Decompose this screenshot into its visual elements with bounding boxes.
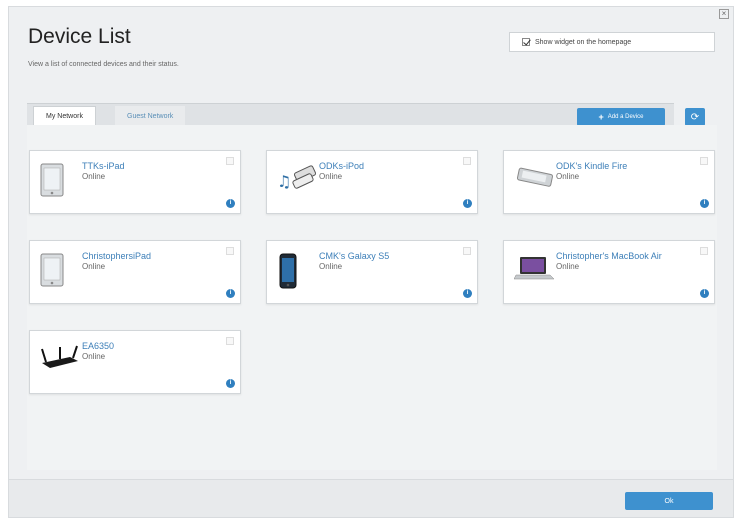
select-checkbox[interactable]: [226, 337, 234, 345]
device-status: Online: [82, 352, 106, 361]
dialog-footer: Ok: [9, 479, 733, 517]
device-card[interactable]: CMK's Galaxy S5 Online i: [266, 240, 478, 304]
device-status: Online: [556, 172, 580, 181]
checkbox-checked-icon[interactable]: [522, 38, 530, 46]
device-name[interactable]: CMK's Galaxy S5: [319, 251, 389, 261]
device-list-window: × Device List View a list of connected d…: [8, 6, 734, 518]
device-name[interactable]: EA6350: [82, 341, 114, 351]
ok-button[interactable]: Ok: [625, 492, 713, 510]
close-icon[interactable]: ×: [719, 9, 729, 19]
select-checkbox[interactable]: [226, 157, 234, 165]
add-device-button[interactable]: + Add a Device: [577, 108, 665, 126]
device-name[interactable]: TTKs-iPad: [82, 161, 125, 171]
router-icon: [40, 343, 78, 383]
device-name[interactable]: ODK's Kindle Fire: [556, 161, 627, 171]
device-status: Online: [82, 172, 106, 181]
info-icon[interactable]: i: [226, 289, 235, 298]
device-grid: TTKs-iPad Online i ♫ ODKs-iPod Online i …: [27, 125, 717, 470]
info-icon[interactable]: i: [463, 289, 472, 298]
device-card[interactable]: ♫ ODKs-iPod Online i: [266, 150, 478, 214]
tab-my-network[interactable]: My Network: [33, 106, 96, 126]
page-title: Device List: [28, 25, 131, 48]
device-name[interactable]: ODKs-iPod: [319, 161, 364, 171]
device-card[interactable]: EA6350 Online i: [29, 330, 241, 394]
device-card[interactable]: ChristophersiPad Online i: [29, 240, 241, 304]
device-card[interactable]: ODK's Kindle Fire Online i: [503, 150, 715, 214]
device-status: Online: [556, 262, 580, 271]
plus-icon: +: [598, 112, 604, 122]
tablet-icon: [40, 253, 76, 293]
device-status: Online: [319, 262, 343, 271]
device-name[interactable]: Christopher's MacBook Air: [556, 251, 662, 261]
show-widget-label: Show widget on the homepage: [535, 38, 632, 46]
device-status: Online: [319, 172, 343, 181]
info-icon[interactable]: i: [700, 289, 709, 298]
page-subtitle: View a list of connected devices and the…: [28, 61, 179, 68]
info-icon[interactable]: i: [226, 379, 235, 388]
add-device-label: Add a Device: [607, 114, 644, 120]
tablet-icon: [40, 163, 76, 203]
media-player-icon: ♫: [277, 163, 317, 203]
select-checkbox[interactable]: [463, 247, 471, 255]
refresh-icon: ⟳: [690, 111, 700, 123]
device-card[interactable]: TTKs-iPad Online i: [29, 150, 241, 214]
svg-text:♫: ♫: [277, 172, 291, 191]
select-checkbox[interactable]: [226, 247, 234, 255]
tab-guest-network[interactable]: Guest Network: [115, 106, 186, 126]
refresh-button[interactable]: ⟳: [685, 108, 705, 126]
device-name[interactable]: ChristophersiPad: [82, 251, 151, 261]
info-icon[interactable]: i: [226, 199, 235, 208]
info-icon[interactable]: i: [463, 199, 472, 208]
kindle-icon: [514, 163, 553, 203]
info-icon[interactable]: i: [700, 199, 709, 208]
laptop-icon: [513, 253, 555, 293]
select-checkbox[interactable]: [463, 157, 471, 165]
select-checkbox[interactable]: [700, 247, 708, 255]
device-status: Online: [82, 262, 106, 271]
show-widget-checkbox[interactable]: Show widget on the homepage: [509, 32, 715, 52]
device-card[interactable]: Christopher's MacBook Air Online i: [503, 240, 715, 304]
smartphone-icon: [277, 253, 313, 293]
select-checkbox[interactable]: [700, 157, 708, 165]
